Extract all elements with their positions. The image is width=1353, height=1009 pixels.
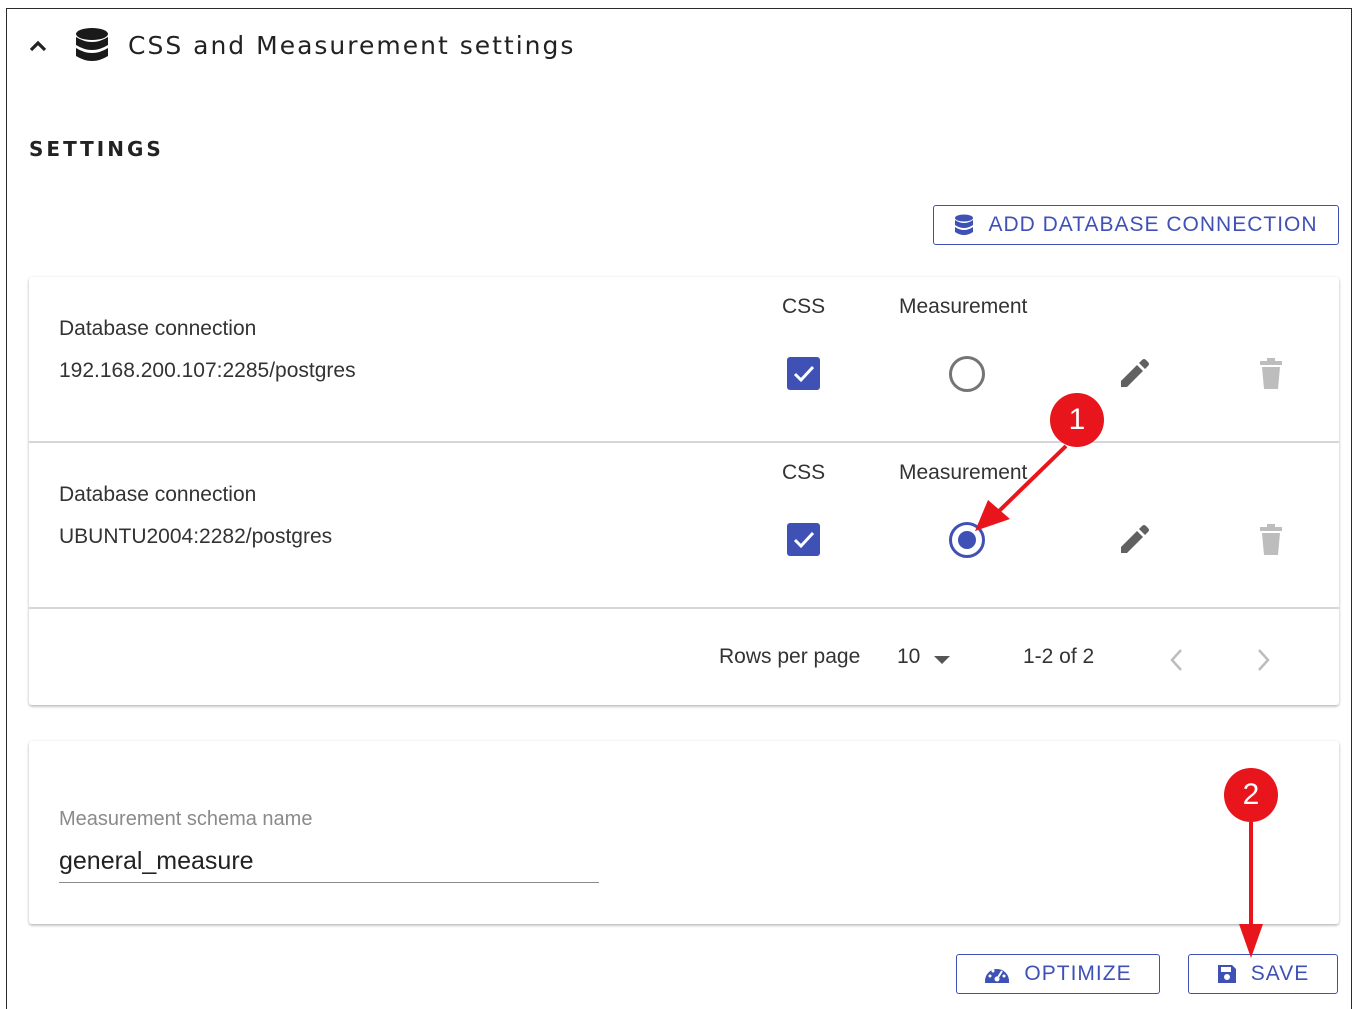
add-database-connection-button[interactable]: ADD DATABASE CONNECTION <box>933 205 1339 245</box>
annotation-marker: 1 <box>1050 393 1104 447</box>
caret-down-icon[interactable] <box>933 655 951 665</box>
checkmark-icon <box>793 365 814 382</box>
trash-icon[interactable] <box>1257 357 1285 391</box>
pagination-range: 1-2 of 2 <box>1023 645 1095 668</box>
database-icon <box>955 214 974 235</box>
measurement-column-label: Measurement <box>899 461 1028 484</box>
connection-label: Database connection <box>59 317 257 340</box>
pencil-icon[interactable] <box>1117 523 1151 557</box>
table-row: Database connection 192.168.200.107:2285… <box>29 277 1339 443</box>
trash-icon[interactable] <box>1257 523 1285 557</box>
schema-name-input[interactable] <box>59 841 599 883</box>
schema-card: Measurement schema name <box>29 741 1339 924</box>
css-column-label: CSS <box>782 295 826 318</box>
add-database-connection-label: ADD DATABASE CONNECTION <box>988 213 1318 236</box>
floppy-disk-icon <box>1217 965 1236 983</box>
measurement-radio[interactable] <box>949 356 985 392</box>
speedometer-icon <box>985 969 1010 983</box>
connection-label: Database connection <box>59 483 257 506</box>
connection-value: UBUNTU2004:2282/postgres <box>59 525 333 548</box>
save-label: SAVE <box>1250 962 1310 985</box>
rows-per-page-select[interactable]: 10 <box>897 645 920 669</box>
database-connections-table: Database connection 192.168.200.107:2285… <box>29 277 1339 705</box>
panel-title: CSS and Measurement settings <box>128 31 576 60</box>
rows-per-page-label: Rows per page <box>719 645 861 668</box>
chevron-up-icon[interactable] <box>29 39 47 53</box>
settings-heading: SETTINGS <box>29 137 164 161</box>
pencil-icon[interactable] <box>1117 357 1151 391</box>
measurement-column-label: Measurement <box>899 295 1028 318</box>
css-checkbox[interactable] <box>787 357 820 390</box>
save-button[interactable]: SAVE <box>1188 954 1338 994</box>
connection-value: 192.168.200.107:2285/postgres <box>59 359 356 382</box>
chevron-left-icon[interactable] <box>1167 647 1185 673</box>
css-column-label: CSS <box>782 461 826 484</box>
measurement-radio-selected[interactable] <box>949 522 985 558</box>
chevron-right-icon[interactable] <box>1255 647 1273 673</box>
annotation-marker: 2 <box>1224 768 1278 822</box>
schema-name-label: Measurement schema name <box>59 808 313 830</box>
css-checkbox[interactable] <box>787 523 820 556</box>
optimize-label: OPTIMIZE <box>1024 962 1132 985</box>
settings-panel: CSS and Measurement settings SETTINGS AD… <box>6 8 1352 1009</box>
optimize-button[interactable]: OPTIMIZE <box>956 954 1160 994</box>
database-icon <box>76 28 108 61</box>
checkmark-icon <box>793 531 814 548</box>
panel-header[interactable]: CSS and Measurement settings <box>7 9 1351 89</box>
table-row: Database connection UBUNTU2004:2282/post… <box>29 443 1339 609</box>
table-pagination: Rows per page 10 1-2 of 2 <box>29 611 1339 705</box>
